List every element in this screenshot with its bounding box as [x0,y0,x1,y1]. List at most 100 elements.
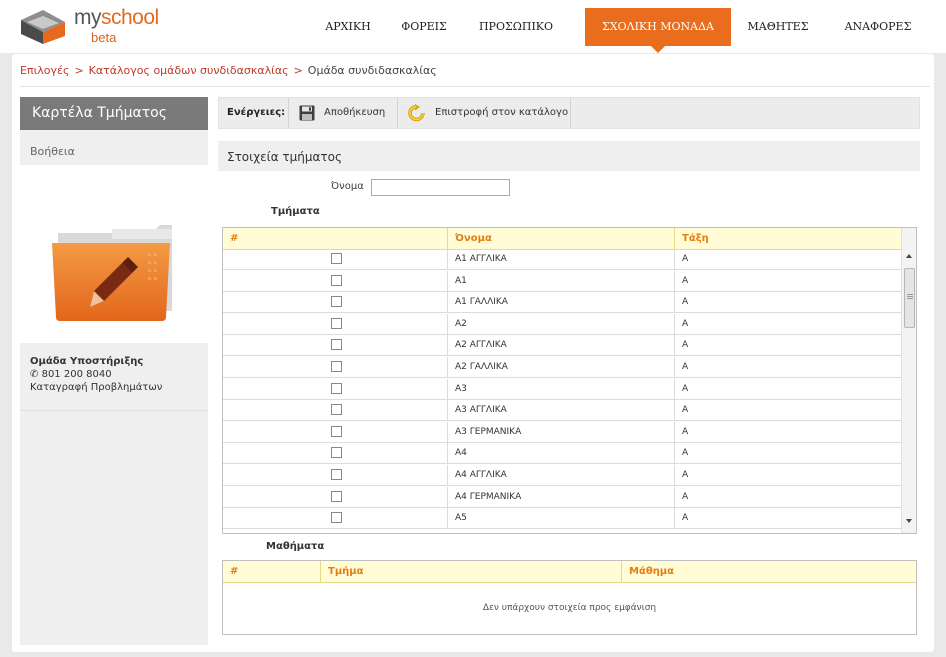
logo-mark-icon [21,10,65,44]
sections-grid: # Όνομα Τάξη Α1 ΑΓΓΛΙΚΑ Α Α1 Α Α1 ΓΑΛΛΙΚΑ Α Α2… [222,227,917,534]
row-name: Α4 ΑΓΓΛΙΚΑ [447,465,674,485]
row-class: Α [674,465,901,485]
table-row[interactable]: Α3 ΓΕΡΜΑΝΙΚΑ Α [223,421,901,443]
row-name: Α1 ΓΑΛΛΙΚΑ [447,292,674,313]
row-class: Α [674,313,901,334]
help-link[interactable]: Βοήθεια [30,145,75,158]
row-checkbox[interactable] [331,490,342,502]
row-name: Α4 ΓΕΡΜΑΝΙΚΑ [447,486,674,507]
sidebar-divider [20,410,208,411]
sections-title: Τμήματα [271,206,320,217]
name-input[interactable] [371,179,510,196]
breadcrumb-options[interactable]: Επιλογές [20,64,69,77]
report-problems-link[interactable]: Καταγραφή Προβλημάτων [30,381,162,394]
table-row[interactable]: Α3 Α [223,378,901,400]
actions-label: Ενέργειες: [227,107,286,118]
scroll-down-icon[interactable] [906,519,912,523]
nav-item-reports[interactable]: ΑΝΑΦΟΡΕΣ [835,8,921,46]
table-row[interactable]: Α5 Α [223,508,901,530]
row-class: Α [674,335,901,356]
breadcrumb-current: Ομάδα συνδιδασκαλίας [307,64,437,77]
table-row[interactable]: Α1 ΑΓΓΛΙΚΑ Α [223,249,901,270]
column-header-index[interactable]: # [223,228,447,249]
scrollbar-thumb[interactable] [904,268,915,328]
sections-grid-header: # Όνομα Τάξη [223,228,901,250]
nav-item-organizations[interactable]: ΦΟΡΕΙΣ [393,8,455,46]
row-select-cell [223,292,447,312]
column-header-course[interactable]: Μάθημα [621,561,916,582]
breadcrumb-separator: > [293,64,303,77]
row-checkbox[interactable] [331,317,342,329]
row-name: Α1 [447,270,674,291]
support-title: Ομάδα Υποστήριξης [30,356,144,367]
sections-scrollbar[interactable] [901,228,916,533]
save-label: Αποθήκευση [324,107,386,118]
row-class: Α [674,357,901,377]
row-name: Α3 ΓΕΡΜΑΝΙΚΑ [447,421,674,442]
row-select-cell [223,357,447,377]
row-checkbox[interactable] [331,361,342,372]
row-select-cell [223,249,447,269]
column-header-name[interactable]: Όνομα [447,228,674,249]
row-class: Α [674,400,901,421]
table-row[interactable]: Α3 ΑΓΓΛΙΚΑ Α [223,400,901,422]
table-row[interactable]: Α1 Α [223,270,901,292]
sidebar-illustration-panel [20,165,208,343]
table-row[interactable]: Α4 ΓΕΡΜΑΝΙΚΑ Α [223,486,901,508]
nav-item-school-unit[interactable]: ΣΧΟΛΙΚΗ ΜΟΝΑΔΑ [585,8,731,53]
row-select-cell [223,400,447,420]
top-header: myschool beta ΑΡΧΙΚΗ ΦΟΡΕΙΣ ΠΡΟΣΩΠΙΚΟ ΣΧ… [0,0,946,53]
row-checkbox[interactable] [331,447,342,459]
row-name: Α3 [447,378,674,399]
row-select-cell [223,379,447,399]
nav-item-home[interactable]: ΑΡΧΙΚΗ [313,8,383,46]
column-header-class[interactable]: Τάξη [674,228,901,249]
row-select-cell [223,335,447,355]
floppy-disk-icon [299,105,315,121]
column-header-section[interactable]: Τμήμα [320,561,621,582]
row-class: Α [674,486,901,507]
row-select-cell [223,443,447,463]
breadcrumb-divider [20,86,930,87]
breadcrumb-separator: > [74,64,84,77]
back-label: Επιστροφή στον κατάλογο [435,107,569,118]
table-row[interactable]: Α2 ΓΑΛΛΙΚΑ Α [223,357,901,378]
support-phone: ✆ 801 200 8040 [30,369,112,380]
nav-item-staff[interactable]: ΠΡΟΣΩΠΙΚΟ [471,8,561,46]
nav-item-students[interactable]: ΜΑΘΗΤΕΣ [739,8,817,46]
row-class: Α [674,292,901,313]
row-checkbox[interactable] [331,296,342,308]
row-checkbox[interactable] [331,469,342,480]
toolbar-divider [570,98,571,128]
row-select-cell [223,508,447,528]
sidebar: Καρτέλα Τμήματος Βοήθεια Ομάδα Υποστήριξ [20,97,208,645]
row-checkbox[interactable] [331,274,342,286]
row-name: Α3 ΑΓΓΛΙΚΑ [447,400,674,421]
row-checkbox[interactable] [331,425,342,437]
row-select-cell [223,422,447,442]
brand-tagline: beta [91,30,117,45]
save-button[interactable]: Αποθήκευση [289,98,397,128]
table-row[interactable]: Α2 ΑΓΓΛΙΚΑ Α [223,335,901,357]
myschool-logo[interactable]: myschool beta [19,6,159,48]
row-select-cell [223,487,447,507]
table-row[interactable]: Α4 ΑΓΓΛΙΚΑ Α [223,465,901,486]
courses-title: Μαθήματα [266,541,325,552]
table-row[interactable]: Α1 ΓΑΛΛΙΚΑ Α [223,292,901,314]
row-class: Α [674,443,901,464]
row-checkbox[interactable] [331,382,342,394]
row-checkbox[interactable] [331,512,342,524]
support-info: Ομάδα Υποστήριξης ✆ 801 200 8040 Καταγρα… [30,355,162,394]
back-to-catalog-button[interactable]: Επιστροφή στον κατάλογο [398,98,570,128]
breadcrumb: Επιλογές > Κατάλογος ομάδων συνδιδασκαλίας… [20,64,437,77]
row-checkbox[interactable] [331,253,342,264]
row-name: Α2 [447,313,674,334]
column-header-index[interactable]: # [223,561,320,582]
scroll-up-icon[interactable] [906,254,912,258]
row-checkbox[interactable] [331,339,342,351]
name-label: Όνομα [331,181,364,192]
breadcrumb-catalog[interactable]: Κατάλογος ομάδων συνδιδασκαλίας [89,64,289,77]
table-row[interactable]: Α2 Α [223,313,901,335]
row-checkbox[interactable] [331,404,342,416]
table-row[interactable]: Α4 Α [223,443,901,465]
